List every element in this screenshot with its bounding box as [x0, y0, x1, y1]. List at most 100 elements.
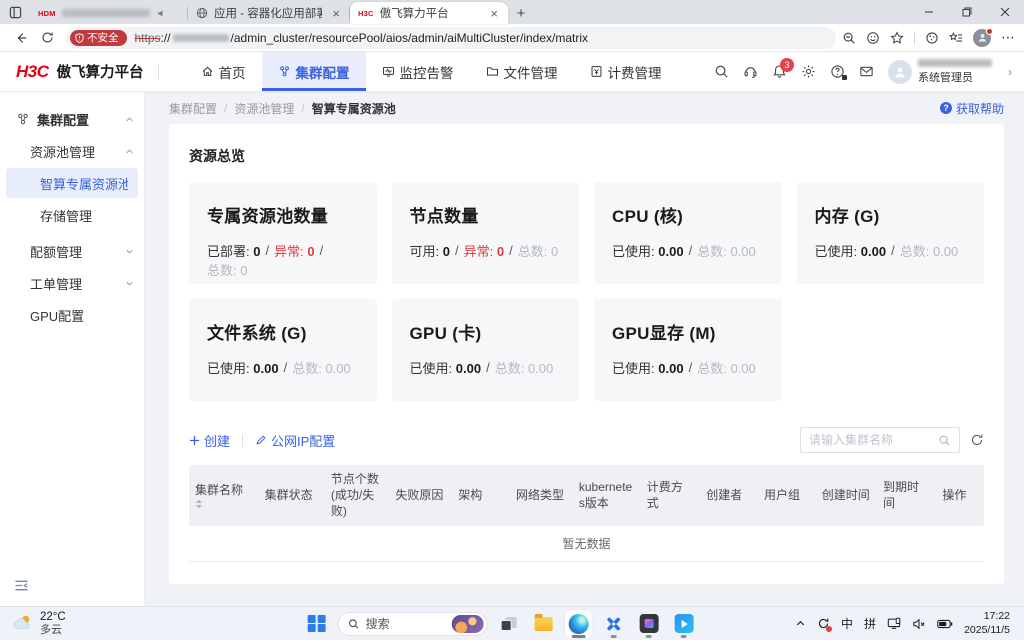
file-explorer-button[interactable]: [530, 610, 558, 638]
app-brand: H3C 傲飞算力平台: [0, 52, 158, 91]
col-network-type: 网络类型: [510, 481, 573, 509]
zoom-out-icon[interactable]: [842, 31, 856, 45]
settings-gear-icon[interactable]: [801, 64, 816, 79]
breadcrumb-item[interactable]: 集群配置: [169, 100, 217, 117]
addressbar-actions: ⋯: [842, 29, 1016, 47]
card-file-system: 文件系统 (G) 已使用: 0.00/ 总数: 0.00: [189, 299, 377, 401]
resource-cards: 专属资源池数量 已部署: 0/ 异常: 0/ 总数: 0 节点数量 可用: 0/…: [189, 182, 984, 401]
volume-muted-icon[interactable]: [912, 618, 926, 630]
app-header: H3C 傲飞算力平台 首页 集群配置 监控告警 文件管理 计费: [0, 52, 1024, 92]
tab3-close-icon[interactable]: ×: [488, 7, 500, 20]
user-account[interactable]: 系统管理员: [888, 59, 992, 85]
system-tray: 中 拼 17:22 2025/11/5: [795, 610, 1018, 637]
sidebar-item-gpu-config[interactable]: GPU配置: [0, 300, 144, 330]
feedback-icon[interactable]: [866, 31, 880, 45]
search-icon: [348, 618, 360, 630]
taskbar-clock[interactable]: 17:22 2025/11/5: [964, 610, 1010, 637]
refresh-button[interactable]: [34, 26, 60, 50]
help-icon[interactable]: [830, 64, 845, 79]
refresh-list-button[interactable]: [970, 433, 984, 447]
clock-time: 17:22: [984, 610, 1010, 622]
support-headset-icon[interactable]: [743, 64, 758, 79]
sidebar-item-storage[interactable]: 存储管理: [0, 200, 144, 230]
expand-chevron-icon[interactable]: ›: [1006, 65, 1014, 79]
close-window-button[interactable]: [986, 0, 1024, 23]
browser-menu-icon[interactable]: ⋯: [1001, 29, 1016, 46]
taskbar-center: 搜索: [303, 610, 698, 638]
help-circle-icon: ?: [940, 102, 952, 114]
notification-bell-icon[interactable]: 3: [772, 64, 787, 79]
search-highlight-image[interactable]: [452, 615, 484, 633]
ime-language-indicator[interactable]: 中: [841, 615, 853, 632]
sidebar-item-cluster-config[interactable]: 集群配置: [0, 104, 144, 134]
sync-status-icon[interactable]: [817, 617, 830, 630]
card-gpu-vram: GPU显存 (M) 已使用: 0.00/ 总数: 0.00: [594, 299, 782, 401]
user-role: 系统管理员: [918, 69, 973, 85]
cast-display-icon[interactable]: [887, 617, 901, 630]
col-node-count: 节点个数(成功/失败): [325, 465, 390, 526]
new-tab-button[interactable]: +: [508, 2, 534, 24]
nav-item-monitoring[interactable]: 监控告警: [366, 52, 470, 91]
browser-profile-avatar[interactable]: [973, 29, 991, 47]
nav-item-billing[interactable]: 计费管理: [574, 52, 678, 91]
battery-icon[interactable]: [937, 619, 953, 629]
sync-alert-dot: [826, 626, 832, 632]
chevron-up-icon: [125, 115, 134, 124]
start-button[interactable]: [303, 610, 331, 638]
extensions-icon[interactable]: [925, 31, 939, 45]
app-button-2[interactable]: [635, 610, 663, 638]
nav-item-cluster-config[interactable]: 集群配置: [262, 52, 366, 91]
col-cluster-name[interactable]: 集群名称: [189, 476, 259, 515]
nav-item-file-management[interactable]: 文件管理: [470, 52, 574, 91]
browser-tab-2[interactable]: 应用 - 容器化应用部署平台 ×: [188, 2, 350, 24]
user-avatar: [888, 60, 912, 84]
restore-button[interactable]: [948, 0, 986, 23]
nav-item-home[interactable]: 首页: [185, 52, 262, 91]
browser-tab-3-active[interactable]: H3C 傲飞算力平台 ×: [350, 2, 508, 24]
sidebar-item-work-order[interactable]: 工单管理: [0, 268, 144, 298]
collections-icon[interactable]: [949, 31, 963, 45]
public-ip-config-button[interactable]: 公网IP配置: [255, 431, 335, 450]
search-icon[interactable]: [714, 64, 729, 79]
app-button-1[interactable]: [600, 610, 628, 638]
card-memory: 内存 (G) 已使用: 0.00/ 总数: 0.00: [797, 182, 985, 284]
browser-tab-1[interactable]: HDM: [30, 2, 188, 24]
content-area: 集群配置 / 资源池管理 / 智算专属资源池 ? 获取帮助 资源总览 专属资源池…: [145, 92, 1024, 606]
col-creator: 创建者: [700, 481, 758, 509]
sidebar-item-ai-dedicated-pool[interactable]: 智算专属资源池: [6, 168, 138, 198]
hidden-icons-chevron[interactable]: [795, 618, 806, 629]
sidebar-item-resource-pool[interactable]: 资源池管理: [0, 136, 144, 166]
favorite-star-icon[interactable]: [890, 31, 904, 45]
tab-layout-icon: [9, 6, 22, 19]
sidebar-item-quota[interactable]: 配额管理: [0, 236, 144, 266]
taskbar-search[interactable]: 搜索: [338, 612, 488, 636]
edge-browser-button[interactable]: [565, 610, 593, 638]
back-button[interactable]: [8, 26, 34, 50]
sort-icon[interactable]: [195, 499, 203, 509]
get-help-link[interactable]: ? 获取帮助: [940, 100, 1004, 117]
search-icon[interactable]: [938, 434, 951, 447]
col-billing-mode: 计费方式: [641, 473, 700, 517]
col-failure-reason: 失败原因: [389, 481, 452, 509]
url-protocol: https: [135, 31, 161, 45]
security-badge[interactable]: 不安全: [70, 30, 127, 46]
message-mail-icon[interactable]: [859, 64, 874, 79]
tab-actions-button[interactable]: [0, 0, 30, 24]
tab2-close-icon[interactable]: ×: [330, 7, 342, 20]
ime-mode-indicator[interactable]: 拼: [864, 615, 876, 632]
breadcrumb-item[interactable]: 资源池管理: [234, 100, 294, 117]
taskbar-search-placeholder: 搜索: [366, 615, 446, 632]
sidebar-collapse-button[interactable]: [14, 579, 29, 592]
url-bar[interactable]: 不安全 https:///admin_cluster/resourcePool/…: [66, 27, 836, 49]
windows-taskbar: 22°C 多云 搜索: [0, 606, 1024, 640]
create-button[interactable]: 创建: [189, 431, 230, 450]
minimize-button[interactable]: [910, 0, 948, 23]
app-button-3[interactable]: [670, 610, 698, 638]
task-view-button[interactable]: [495, 610, 523, 638]
header-actions: 3 系统管理员 ›: [714, 52, 1024, 91]
url-text: https:///admin_cluster/resourcePool/aios…: [135, 31, 589, 45]
profile-notification-dot: [986, 28, 993, 35]
weather-widget[interactable]: 22°C 多云: [6, 611, 66, 637]
cluster-search-input[interactable]: [809, 433, 938, 447]
blue-app-icon: [605, 615, 623, 633]
